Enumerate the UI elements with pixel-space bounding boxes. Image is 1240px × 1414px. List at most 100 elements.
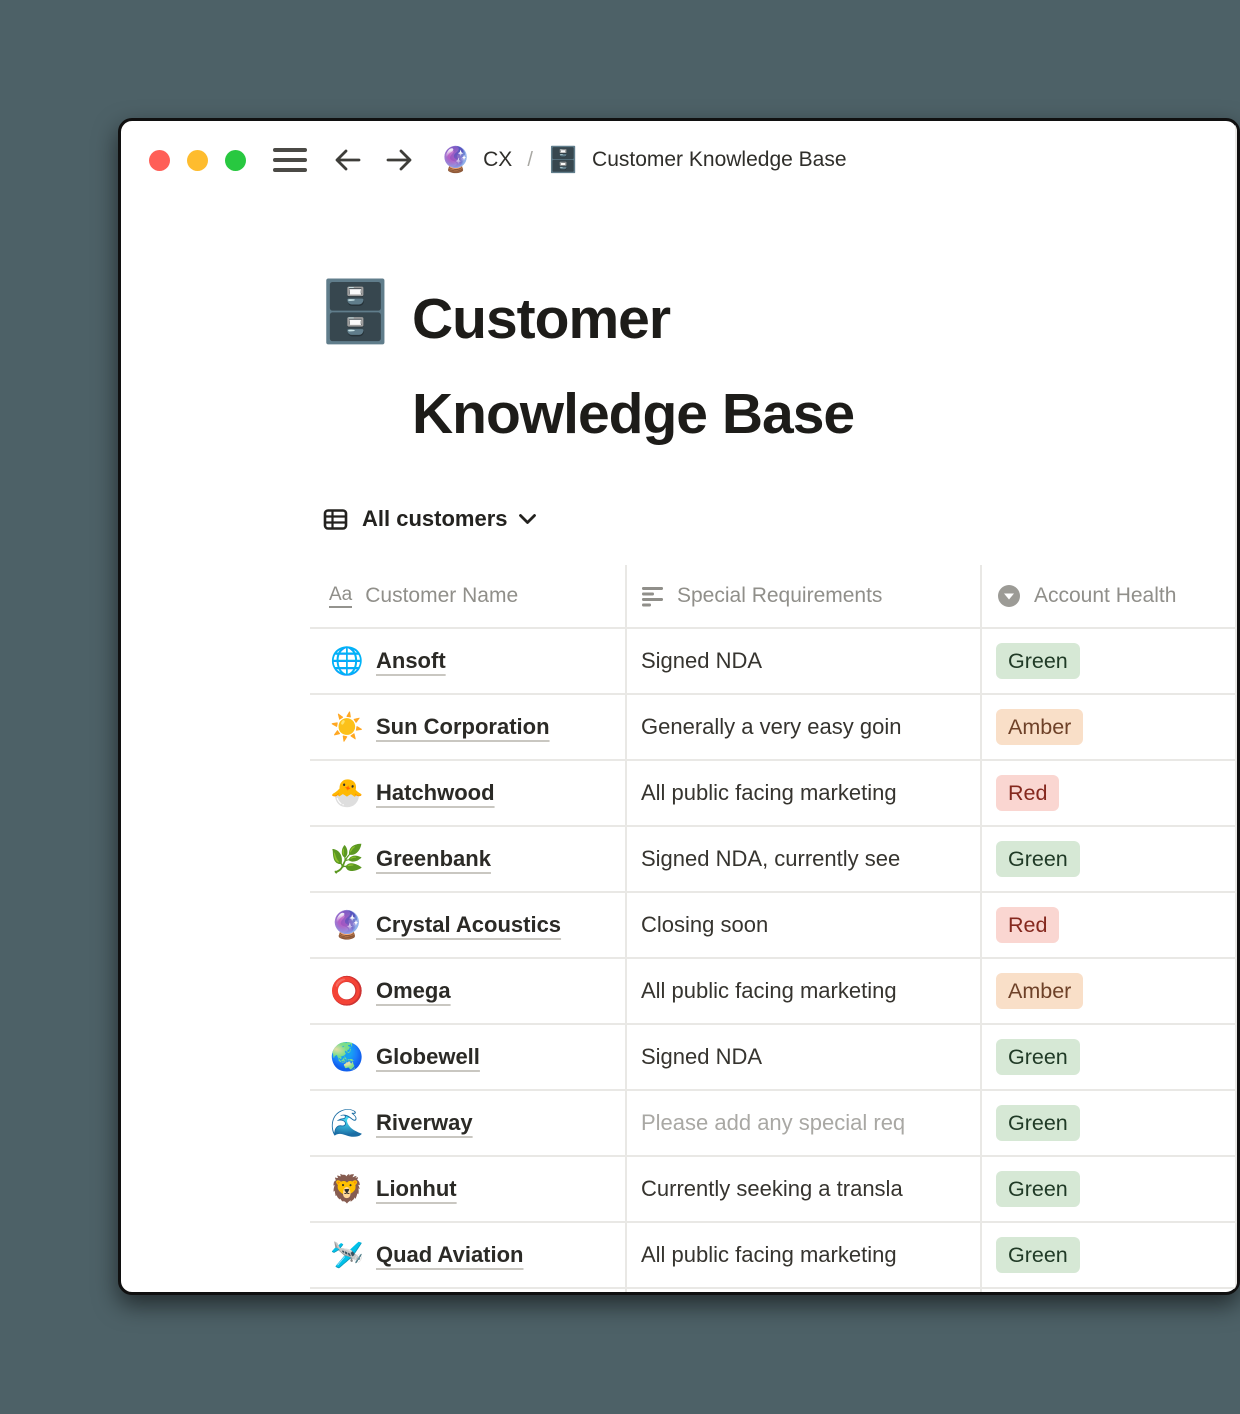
account-health-cell[interactable]: Amber <box>980 695 1237 759</box>
customer-emoji-icon: 🛩️ <box>330 1242 360 1269</box>
account-health-cell[interactable]: Green <box>980 1157 1237 1221</box>
window-right-edge-line <box>1235 121 1237 1292</box>
table-row[interactable]: 🌊 Riverway Please add any special req Gr… <box>310 1091 1237 1157</box>
customer-name-cell[interactable]: ⭕ Omega <box>310 959 625 1023</box>
customer-name-cell[interactable]: 🌐 Ansoft <box>310 629 625 693</box>
customer-name-link[interactable]: Quad Aviation <box>376 1242 524 1268</box>
column-header-account-health[interactable]: Account Health <box>980 565 1237 627</box>
special-requirements-cell[interactable]: All public facing marketing <box>625 761 980 825</box>
page-icon[interactable]: 🗄️ <box>318 279 393 345</box>
customer-name-link[interactable]: Lionhut <box>376 1176 457 1202</box>
customer-emoji-icon: 🌿 <box>330 846 360 873</box>
customer-name-link[interactable]: Globewell <box>376 1044 480 1070</box>
health-badge[interactable]: Amber <box>996 973 1083 1009</box>
breadcrumb-page-icon: 🗄️ <box>548 148 579 173</box>
special-requirements-cell[interactable]: All public facing marketing <box>625 1223 980 1287</box>
customer-name-link[interactable]: Hatchwood <box>376 780 495 806</box>
titlebar: 🔮 CX / 🗄️ Customer Knowledge Base <box>149 145 847 175</box>
view-selector[interactable]: All customers <box>322 503 537 535</box>
special-requirements-cell[interactable]: Closing soon <box>625 893 980 957</box>
account-health-cell[interactable]: Red <box>980 893 1237 957</box>
account-health-cell[interactable]: Green <box>980 1091 1237 1155</box>
special-requirements-cell[interactable]: Signed NDA, currently see <box>625 827 980 891</box>
select-property-icon <box>997 584 1021 608</box>
account-health-cell[interactable]: Green <box>980 1223 1237 1287</box>
health-badge[interactable]: Red <box>996 775 1059 811</box>
customer-name-cell[interactable]: 🛩️ Quad Aviation <box>310 1223 625 1287</box>
traffic-light-zoom[interactable] <box>225 150 246 171</box>
health-badge[interactable]: Amber <box>996 709 1083 745</box>
column-header-special-requirements[interactable]: Special Requirements <box>625 565 980 627</box>
customer-name-cell[interactable]: 🌏 Globewell <box>310 1025 625 1089</box>
customer-name-cell[interactable]: 🦁 Lionhut <box>310 1157 625 1221</box>
customer-emoji-icon: 🔮 <box>330 912 360 939</box>
special-requirements-cell[interactable]: Generally a very easy goin <box>625 695 980 759</box>
table-row[interactable]: ⭕ Omega All public facing marketing Ambe… <box>310 959 1237 1025</box>
health-badge[interactable]: Green <box>996 643 1080 679</box>
customer-name-cell[interactable]: 🌊 Riverway <box>310 1091 625 1155</box>
column-label: Special Requirements <box>677 584 882 608</box>
account-health-cell[interactable]: Green <box>980 1025 1237 1089</box>
customer-emoji-icon: 🌐 <box>330 648 360 675</box>
health-badge[interactable]: Green <box>996 841 1080 877</box>
back-button[interactable] <box>333 147 363 173</box>
sidebar-menu-icon[interactable] <box>273 148 307 172</box>
special-requirements-cell[interactable]: Signed NDA <box>625 1025 980 1089</box>
customer-emoji-icon: ⭕ <box>330 978 360 1005</box>
customer-name-cell[interactable]: 🐣 Hatchwood <box>310 761 625 825</box>
customer-name-link[interactable]: Ansoft <box>376 648 446 674</box>
column-label: Customer Name <box>365 584 518 608</box>
table-header-row: Aa Customer Name <box>310 565 1237 629</box>
special-requirements-cell[interactable]: Signed NDA <box>625 629 980 693</box>
customer-name-link[interactable]: Omega <box>376 978 451 1004</box>
health-badge[interactable]: Green <box>996 1171 1080 1207</box>
app-window: 🔮 CX / 🗄️ Customer Knowledge Base 🗄️ Cus… <box>118 118 1240 1295</box>
health-badge[interactable]: Green <box>996 1237 1080 1273</box>
health-badge[interactable]: Green <box>996 1105 1080 1141</box>
customers-table: Aa Customer Name <box>310 565 1237 1292</box>
table-body: 🌐 Ansoft Signed NDA Green ☀️ Sun Corpora… <box>310 629 1237 1289</box>
breadcrumb-page[interactable]: Customer Knowledge Base <box>592 148 846 172</box>
table-row[interactable]: 🌿 Greenbank Signed NDA, currently see Gr… <box>310 827 1237 893</box>
traffic-light-close[interactable] <box>149 150 170 171</box>
table-row[interactable]: 🌐 Ansoft Signed NDA Green <box>310 629 1237 695</box>
customer-name-cell[interactable]: ☀️ Sun Corporation <box>310 695 625 759</box>
breadcrumb-separator: / <box>527 149 533 172</box>
forward-button[interactable] <box>384 147 414 173</box>
column-divider[interactable] <box>980 565 982 1292</box>
customer-emoji-icon: 🦁 <box>330 1176 360 1203</box>
table-row[interactable]: 🔮 Crystal Acoustics Closing soon Red <box>310 893 1237 959</box>
account-health-cell[interactable]: Amber <box>980 959 1237 1023</box>
customer-name-link[interactable]: Riverway <box>376 1110 473 1136</box>
account-health-cell[interactable]: Green <box>980 827 1237 891</box>
account-health-cell[interactable]: Red <box>980 761 1237 825</box>
text-property-icon <box>641 586 664 607</box>
account-health-cell[interactable]: Green <box>980 629 1237 693</box>
health-badge[interactable]: Red <box>996 907 1059 943</box>
customer-name-link[interactable]: Crystal Acoustics <box>376 912 561 938</box>
health-badge[interactable]: Green <box>996 1039 1080 1075</box>
special-requirements-cell[interactable]: Please add any special req <box>625 1091 980 1155</box>
customer-name-cell[interactable]: 🌿 Greenbank <box>310 827 625 891</box>
page-title[interactable]: Customer Knowledge Base <box>412 272 1052 462</box>
special-requirements-cell[interactable]: All public facing marketing <box>625 959 980 1023</box>
view-name: All customers <box>362 506 508 532</box>
customer-emoji-icon: 🌏 <box>330 1044 360 1071</box>
table-row[interactable]: 🌏 Globewell Signed NDA Green <box>310 1025 1237 1091</box>
customer-name-link[interactable]: Sun Corporation <box>376 714 550 740</box>
traffic-light-minimize[interactable] <box>187 150 208 171</box>
column-header-customer-name[interactable]: Aa Customer Name <box>310 565 625 627</box>
table-row[interactable]: 🦁 Lionhut Currently seeking a transla Gr… <box>310 1157 1237 1223</box>
table-row[interactable]: 🛩️ Quad Aviation All public facing marke… <box>310 1223 1237 1289</box>
table-row[interactable]: 🐣 Hatchwood All public facing marketing … <box>310 761 1237 827</box>
table-row[interactable]: ☀️ Sun Corporation Generally a very easy… <box>310 695 1237 761</box>
arrow-left-icon <box>333 147 363 173</box>
breadcrumb-root-icon: 🔮 <box>440 148 471 173</box>
arrow-right-icon <box>384 147 414 173</box>
breadcrumb-root[interactable]: CX <box>483 148 512 172</box>
special-requirements-cell[interactable]: Currently seeking a transla <box>625 1157 980 1221</box>
column-divider[interactable] <box>625 565 627 1292</box>
customer-name-link[interactable]: Greenbank <box>376 846 491 872</box>
customer-name-cell[interactable]: 🔮 Crystal Acoustics <box>310 893 625 957</box>
customer-emoji-icon: 🌊 <box>330 1110 360 1137</box>
